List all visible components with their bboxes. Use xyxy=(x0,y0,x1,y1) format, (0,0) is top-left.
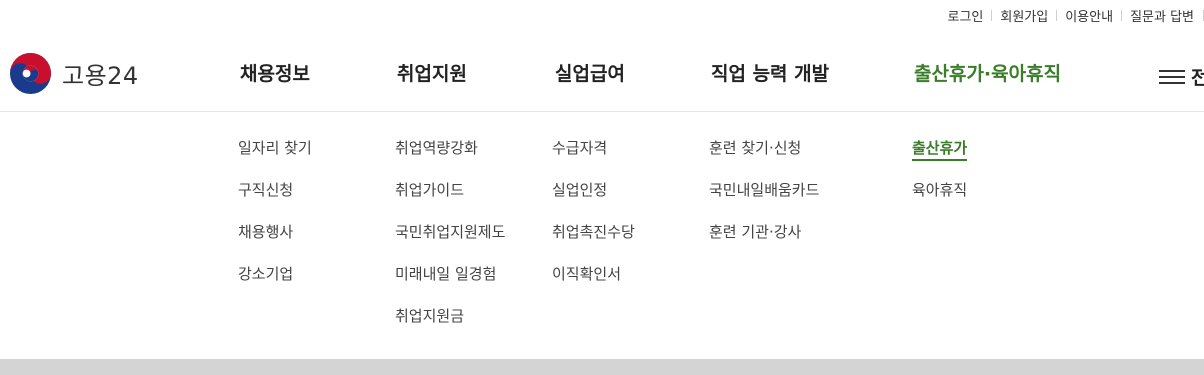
menu-item[interactable]: 이직확인서 xyxy=(552,264,635,306)
mega-column-jobs: 일자리 찾기 구직신청 채용행사 강소기업 xyxy=(238,138,312,306)
menu-item[interactable]: 채용행사 xyxy=(238,222,312,264)
menu-item[interactable]: 강소기업 xyxy=(238,264,312,306)
mega-menu: 일자리 찾기 구직신청 채용행사 강소기업 취업역량강화 취업가이드 국민취업지… xyxy=(0,112,1204,359)
menu-item[interactable]: 국민취업지원제도 xyxy=(395,222,505,264)
menu-item[interactable]: 취업역량강화 xyxy=(395,138,505,180)
gnb-item-parental-leave[interactable]: 출산휴가·육아휴직 xyxy=(914,59,1061,86)
guide-link[interactable]: 이용안내 xyxy=(1057,6,1121,25)
gnb-item-employment-support[interactable]: 취업지원 xyxy=(397,59,467,86)
footer-strip xyxy=(0,359,1204,375)
mega-column-employment-support: 취업역량강화 취업가이드 국민취업지원제도 미래내일 일경험 취업지원금 xyxy=(395,138,505,348)
signup-link[interactable]: 회원가입 xyxy=(992,6,1056,25)
site-header: 고용24 채용정보 취업지원 실업급여 직업 능력 개발 출산휴가·육아휴직 전 xyxy=(0,30,1204,112)
main-nav: 채용정보 취업지원 실업급여 직업 능력 개발 출산휴가·육아휴직 xyxy=(0,30,1204,111)
all-menu-button[interactable]: 전 xyxy=(1159,63,1204,90)
mega-column-vocational-training: 훈련 찾기·신청 국민내일배움카드 훈련 기관·강사 xyxy=(709,138,819,264)
menu-item[interactable]: 육아휴직 xyxy=(912,180,967,222)
menu-item[interactable]: 일자리 찾기 xyxy=(238,138,312,180)
menu-item[interactable]: 취업지원금 xyxy=(395,306,505,348)
menu-item[interactable]: 취업촉진수당 xyxy=(552,222,635,264)
menu-item[interactable]: 실업인정 xyxy=(552,180,635,222)
hamburger-menu-icon xyxy=(1159,66,1185,88)
menu-item[interactable]: 미래내일 일경험 xyxy=(395,264,505,306)
menu-item[interactable]: 취업가이드 xyxy=(395,180,505,222)
gnb-item-jobs[interactable]: 채용정보 xyxy=(240,59,310,86)
qna-link[interactable]: 질문과 답변 xyxy=(1122,6,1203,25)
utility-nav: 로그인 회원가입 이용안내 질문과 답변 xyxy=(604,0,1204,30)
mega-column-parental-leave: 출산휴가 육아휴직 xyxy=(912,138,968,222)
menu-item[interactable]: 국민내일배움카드 xyxy=(709,180,819,222)
login-link[interactable]: 로그인 xyxy=(939,6,991,25)
menu-item[interactable]: 훈련 기관·강사 xyxy=(709,222,819,264)
gnb-item-unemployment-benefit[interactable]: 실업급여 xyxy=(555,59,625,86)
menu-item[interactable]: 훈련 찾기·신청 xyxy=(709,138,819,180)
menu-item-active-label: 출산휴가 xyxy=(912,139,968,161)
mega-column-unemployment-benefit: 수급자격 실업인정 취업촉진수당 이직확인서 xyxy=(552,138,635,306)
menu-item-active[interactable]: 출산휴가 xyxy=(912,138,968,180)
menu-item[interactable]: 구직신청 xyxy=(238,180,312,222)
all-menu-label: 전 xyxy=(1191,67,1204,89)
menu-item[interactable]: 수급자격 xyxy=(552,138,635,180)
gnb-item-vocational-training[interactable]: 직업 능력 개발 xyxy=(711,59,829,86)
